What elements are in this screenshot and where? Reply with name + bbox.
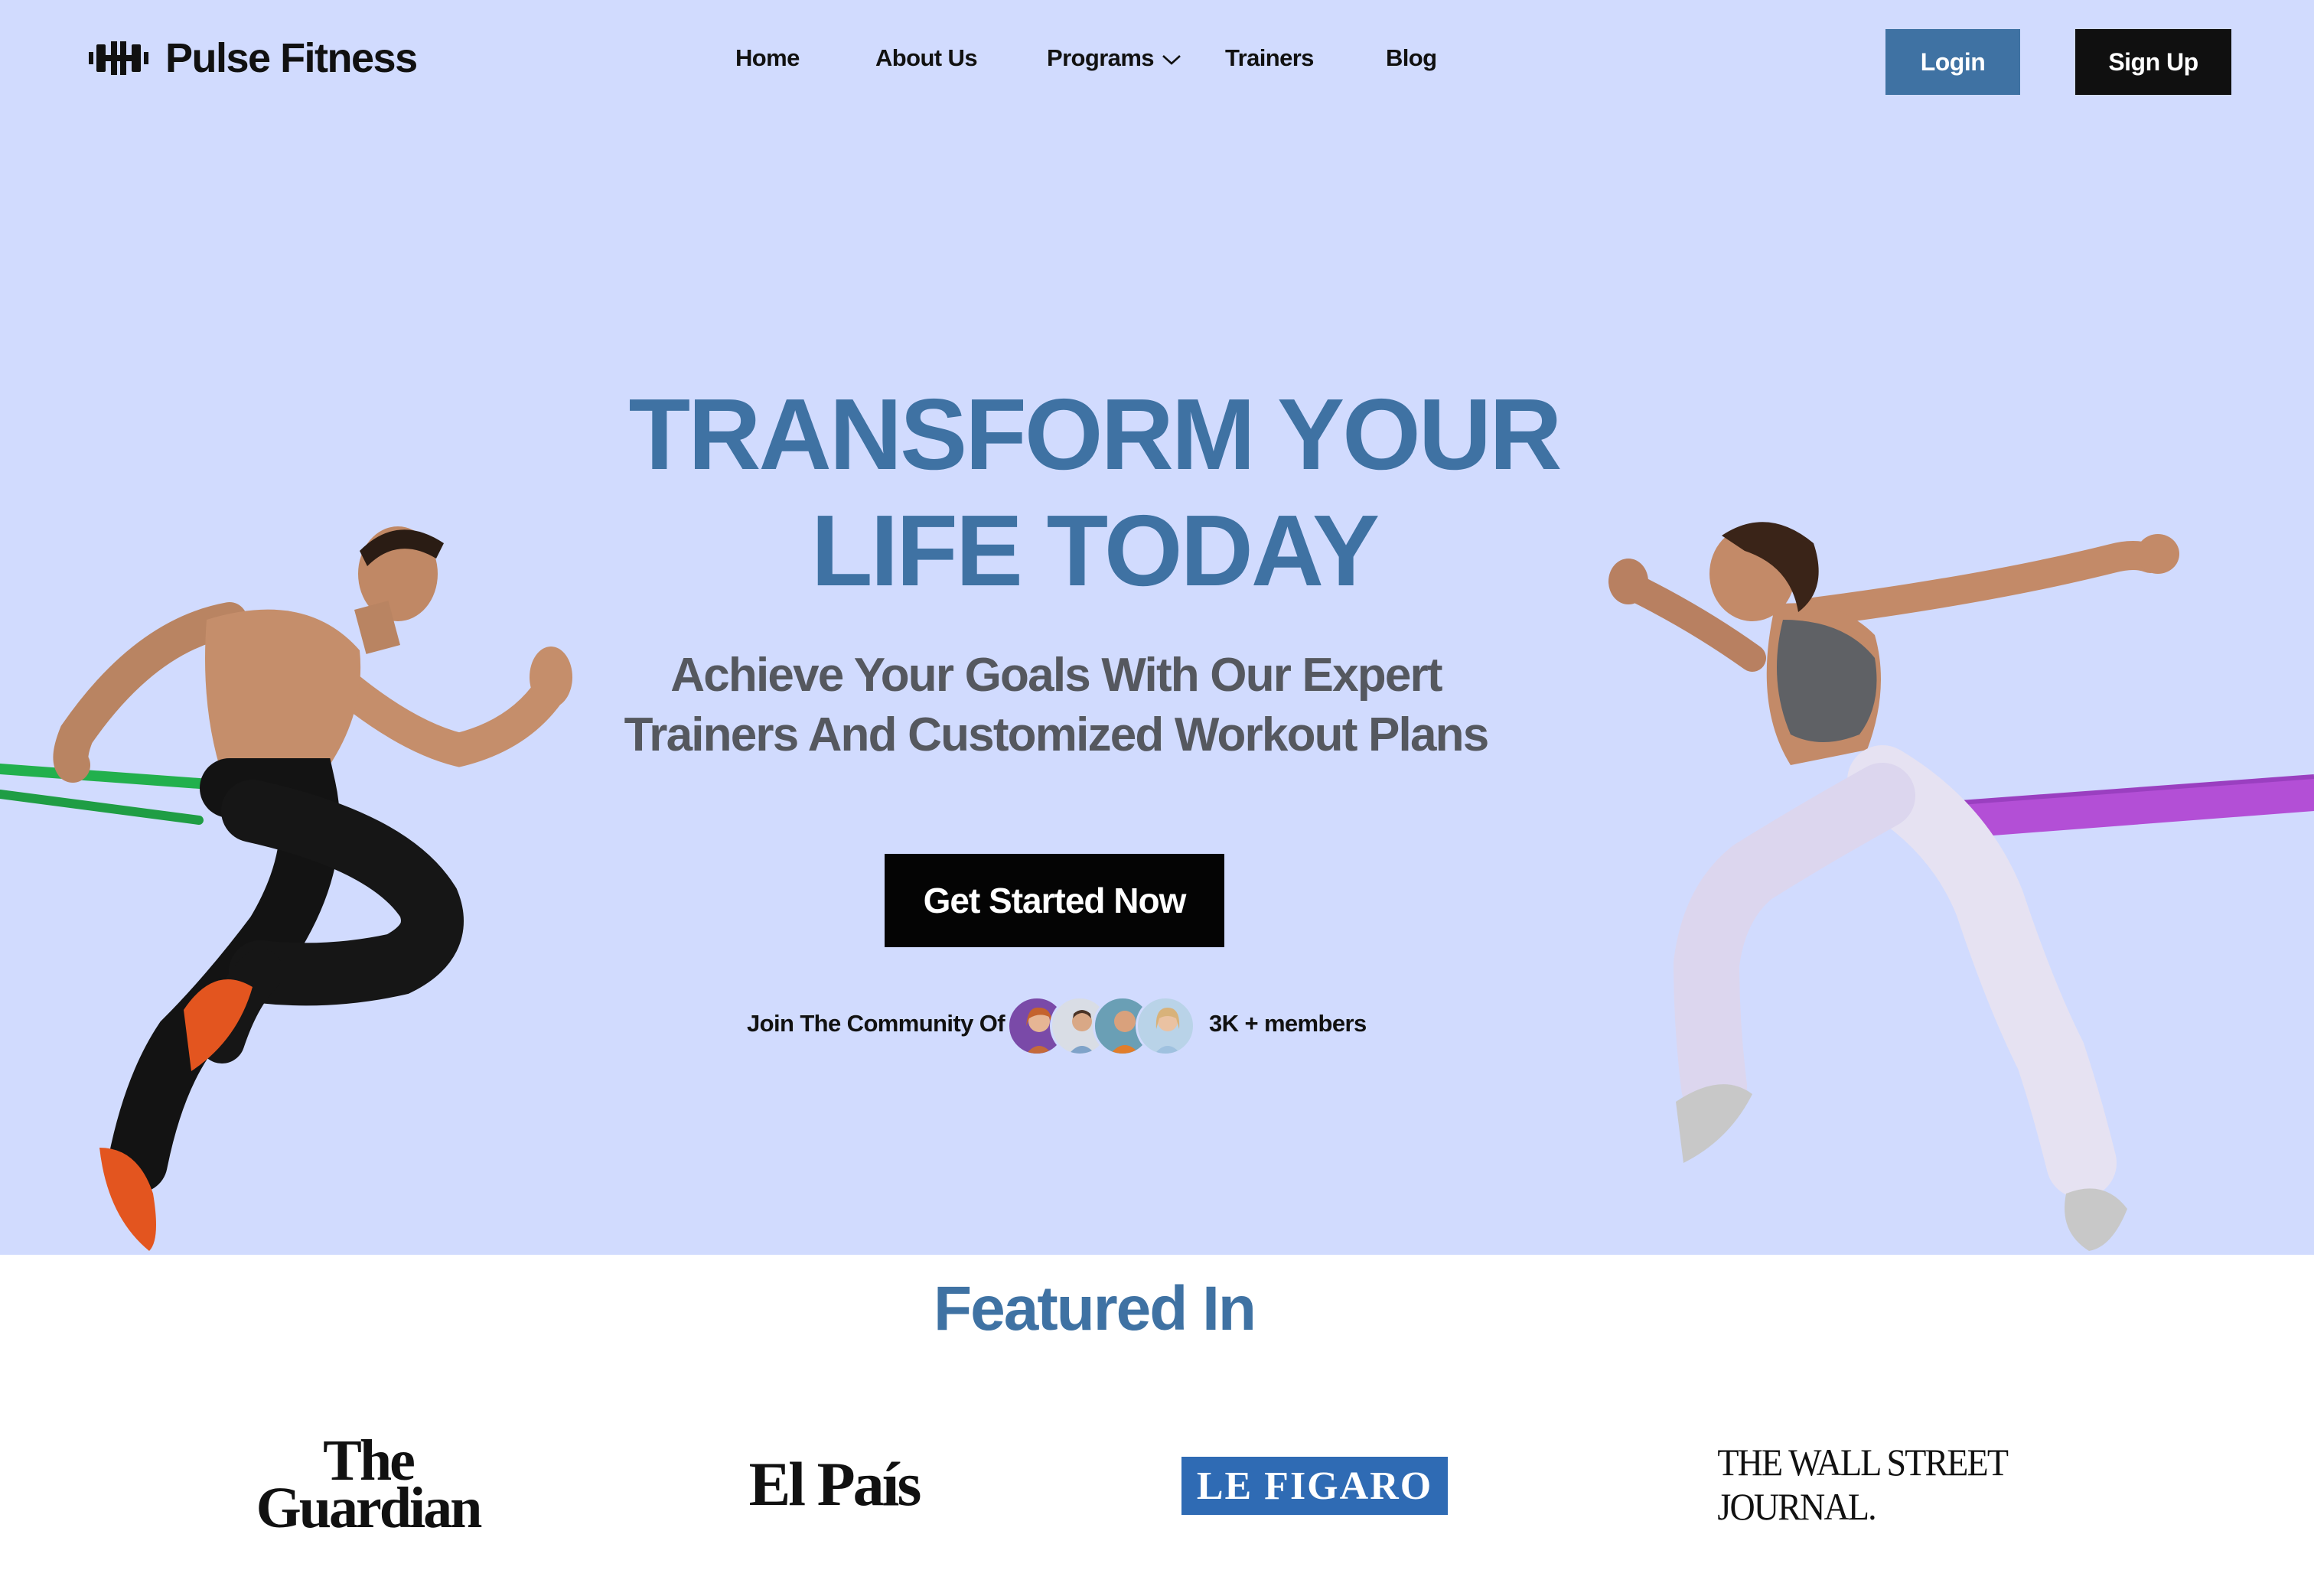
member-avatars xyxy=(1007,996,1206,1057)
chevron-down-icon xyxy=(1162,55,1181,65)
hero-subhead-line1: Achieve Your Goals With Our Expert xyxy=(670,649,1442,702)
guardian-logo-line2: Guardian xyxy=(256,1476,483,1540)
hero-subheadline: Achieve Your Goals With Our Expert Train… xyxy=(597,646,1515,765)
nav-home[interactable]: Home xyxy=(735,43,800,73)
get-started-button[interactable]: Get Started Now xyxy=(885,854,1224,947)
hero-headline: TRANSFORM YOUR LIFE TODAY xyxy=(597,376,1592,609)
hero-headline-line2: LIFE TODAY xyxy=(810,494,1380,607)
dumbbell-icon xyxy=(89,41,148,75)
community-label: Join The Community Of xyxy=(747,1010,1005,1037)
community-row: Join The Community Of 3K + members xyxy=(0,995,2314,1059)
login-button[interactable]: Login xyxy=(1885,29,2020,95)
featured-title: Featured In xyxy=(934,1274,1256,1344)
nav-about-us[interactable]: About Us xyxy=(875,43,978,73)
brand-name: Pulse Fitness xyxy=(165,35,418,81)
signup-button[interactable]: Sign Up xyxy=(2075,29,2231,95)
nav-programs-label: Programs xyxy=(1047,44,1155,71)
female-athlete-image xyxy=(1608,522,2314,1251)
wsj-logo[interactable]: THE WALL STREET JOURNAL. xyxy=(1717,1431,2041,1538)
male-athlete-image xyxy=(0,526,572,1251)
hero-subhead-line2: Trainers And Customized Workout Plans xyxy=(624,708,1490,761)
nav-programs[interactable]: Programs xyxy=(1047,43,1181,73)
lefigaro-logo[interactable]: LE FIGARO xyxy=(1181,1457,1448,1515)
guardian-logo[interactable]: The Guardian xyxy=(242,1431,494,1538)
elpais-logo[interactable]: El País xyxy=(735,1431,934,1538)
hero-section: Pulse Fitness Home About Us Programs Tra… xyxy=(0,0,2314,1255)
brand-logo[interactable]: Pulse Fitness xyxy=(89,34,418,83)
nav-trainers[interactable]: Trainers xyxy=(1225,43,1314,73)
nav-blog[interactable]: Blog xyxy=(1386,43,1437,73)
members-count: 3K + members xyxy=(1209,1010,1367,1037)
hero-headline-line1: TRANSFORM YOUR xyxy=(628,378,1563,490)
avatar xyxy=(1136,996,1195,1056)
